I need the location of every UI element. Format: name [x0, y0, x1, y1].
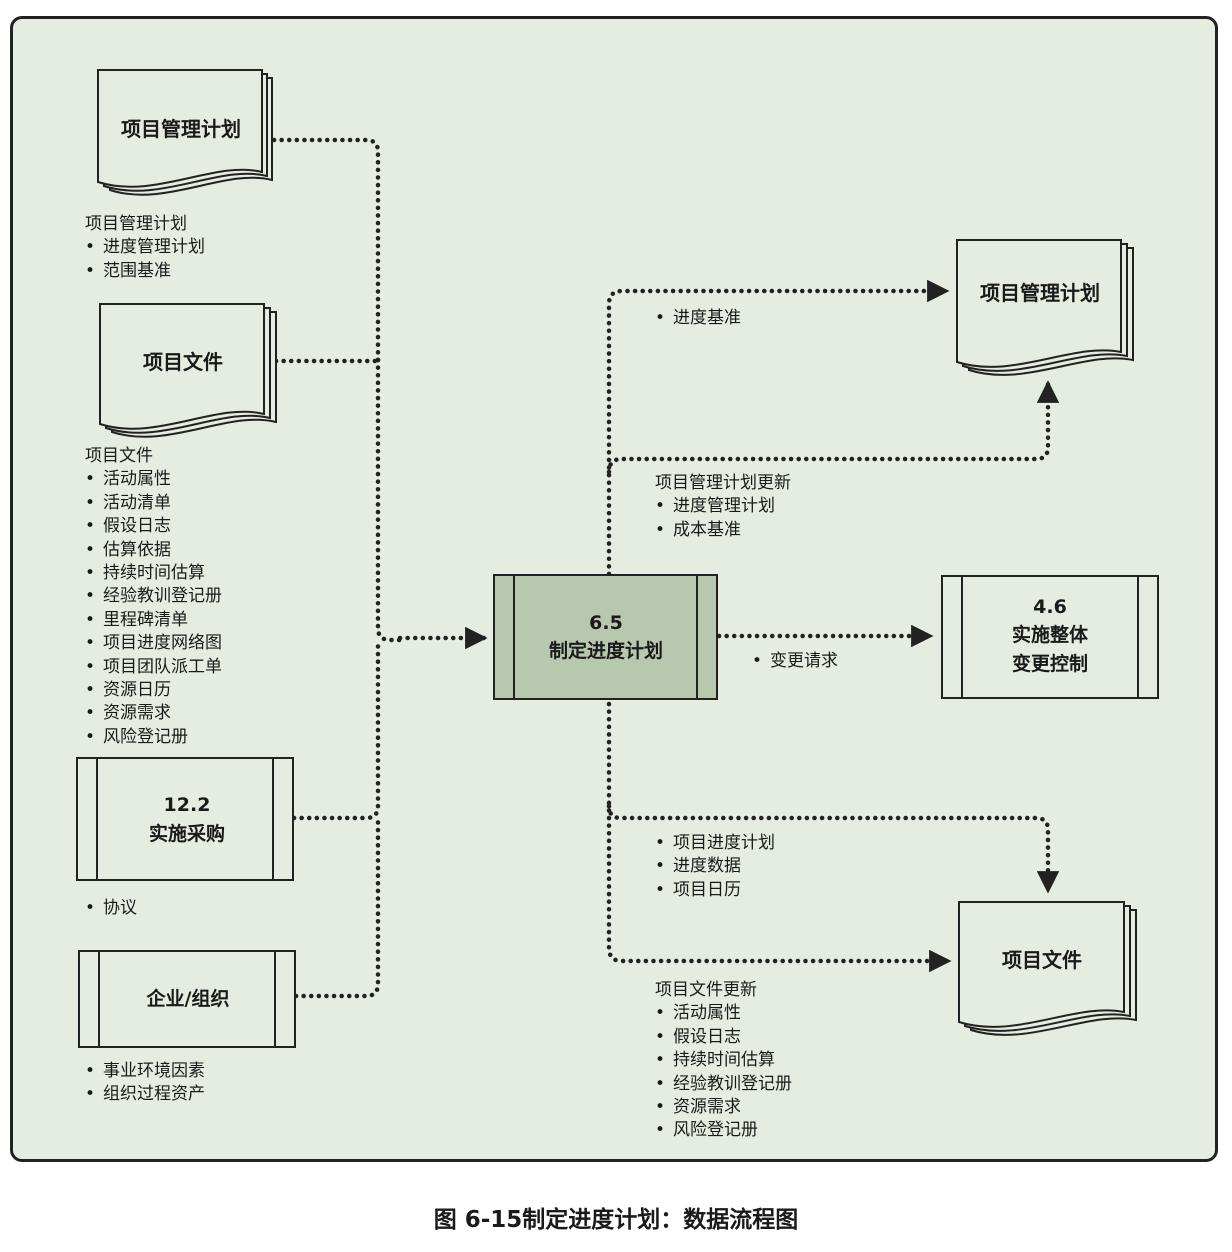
output-project-docs-updates-label: 项目文件更新 活动属性 假设日志 持续时间估算 经验教训登记册 资源需求 风险登… [655, 979, 792, 1143]
central-process-number: 6.5 [589, 612, 623, 634]
input-pm-plan-label: 项目管理计划 进度管理计划 范围基准 [85, 213, 205, 283]
enterprise-title: 企业/组织 [146, 987, 230, 1010]
connector-procurement-input [291, 637, 381, 821]
list-item: 持续时间估算 [655, 1049, 792, 1072]
list-item: 活动属性 [655, 1002, 792, 1025]
connector-bus [375, 357, 403, 643]
list-item: 风险登记册 [85, 726, 222, 749]
procurement-label: 协议 [85, 897, 137, 920]
list-item: 估算依据 [85, 539, 222, 562]
output-project-docs-label: 项目进度计划 进度数据 项目日历 [655, 832, 775, 902]
list-item: 持续时间估算 [85, 562, 222, 585]
central-process-box [493, 574, 718, 700]
figure-caption: 图 6-15制定进度计划：数据流程图 [433, 1207, 799, 1233]
list-item: 成本基准 [655, 519, 791, 542]
list-item: 项目进度网络图 [85, 632, 222, 655]
label-heading: 项目文件更新 [655, 980, 757, 1000]
output-pm-plan-updates-label: 项目管理计划更新 进度管理计划 成本基准 [655, 472, 791, 542]
list-item: 假设日志 [85, 515, 222, 538]
output-project-docs-title: 项目文件 [1002, 948, 1082, 972]
list-item: 进度管理计划 [85, 236, 205, 259]
output-pm-plan-document [956, 239, 1134, 376]
list-item: 进度数据 [655, 855, 775, 878]
list-item: 资源需求 [85, 702, 222, 725]
list-item: 事业环境因素 [85, 1060, 205, 1083]
connector-enterprise-input [293, 815, 381, 999]
list-item: 范围基准 [85, 260, 205, 283]
enterprise-label: 事业环境因素 组织过程资产 [85, 1060, 205, 1107]
arrow-to-pm-plan-updates [606, 380, 1060, 475]
list-item: 组织过程资产 [85, 1083, 205, 1106]
procurement-number: 12.2 [164, 794, 211, 816]
change-control-number: 4.6 [1033, 596, 1067, 618]
input-project-docs-label: 项目文件 活动属性 活动清单 假设日志 估算依据 持续时间估算 经验教训登记册 … [85, 445, 222, 749]
procurement-process-box [76, 757, 294, 881]
list-item: 里程碑清单 [85, 609, 222, 632]
change-control-line1: 实施整体 [1012, 623, 1089, 646]
list-item: 假设日志 [655, 1026, 792, 1049]
list-item: 活动属性 [85, 468, 222, 491]
output-baseline-label: 进度基准 [655, 307, 741, 330]
change-control-line2: 变更控制 [1012, 652, 1088, 675]
list-item: 风险登记册 [655, 1119, 792, 1142]
label-heading: 项目管理计划更新 [655, 473, 791, 493]
list-item: 项目进度计划 [655, 832, 775, 855]
list-item: 项目团队派工单 [85, 656, 222, 679]
list-item: 项目日历 [655, 879, 775, 902]
list-item: 资源日历 [85, 679, 222, 702]
list-item: 资源需求 [655, 1096, 792, 1119]
procurement-title: 实施采购 [149, 822, 225, 845]
list-item: 协议 [85, 897, 137, 920]
list-item: 经验教训登记册 [655, 1073, 792, 1096]
input-project-docs-title: 项目文件 [143, 350, 223, 374]
list-item: 活动清单 [85, 492, 222, 515]
input-pm-plan-title: 项目管理计划 [121, 117, 241, 141]
list-item: 进度基准 [655, 307, 741, 330]
list-item: 进度管理计划 [655, 495, 791, 518]
label-heading: 项目文件 [85, 446, 153, 466]
change-request-label: 变更请求 [752, 650, 838, 673]
central-process-title: 制定进度计划 [549, 639, 663, 662]
list-item: 经验教训登记册 [85, 585, 222, 608]
output-pm-plan-title: 项目管理计划 [980, 281, 1100, 305]
connector-pm-plan-input [271, 137, 381, 363]
label-heading: 项目管理计划 [85, 214, 187, 234]
list-item: 变更请求 [752, 650, 838, 673]
